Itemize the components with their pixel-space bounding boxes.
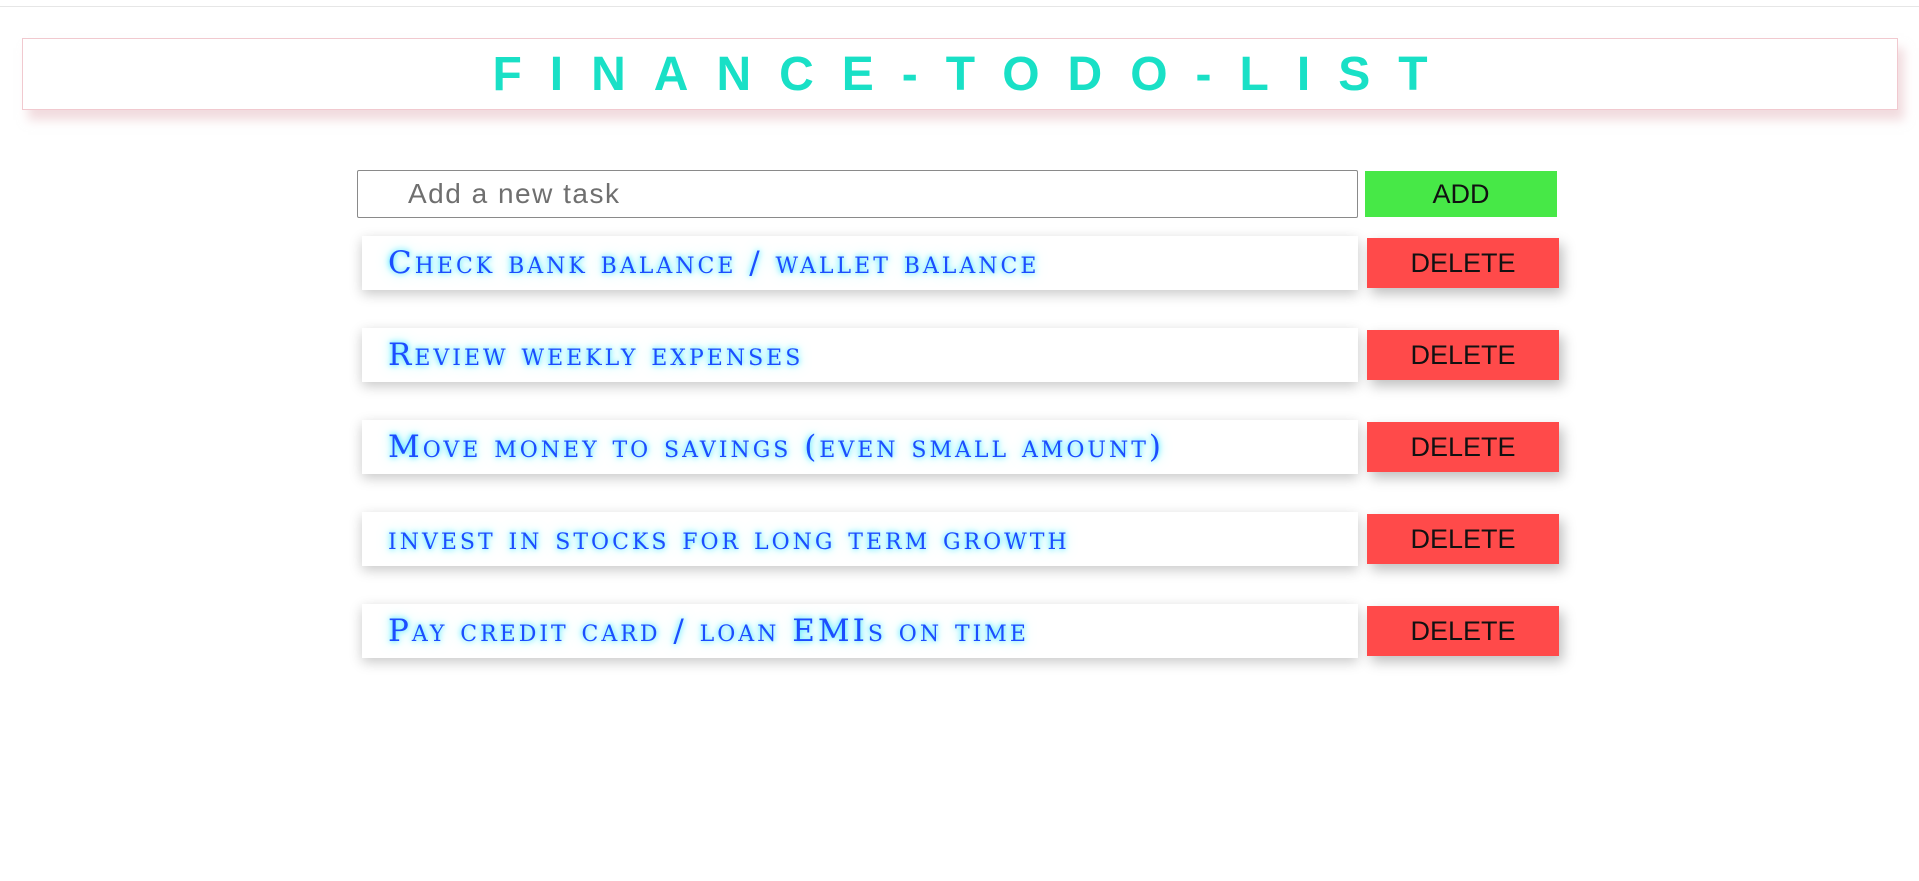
task-item: Review weekly expenses DELETE bbox=[362, 328, 1562, 382]
task-item: invest in stocks for long term growth DE… bbox=[362, 512, 1562, 566]
task-text: Review weekly expenses bbox=[388, 337, 804, 373]
task-text-box: invest in stocks for long term growth bbox=[362, 512, 1358, 566]
delete-task-button[interactable]: DELETE bbox=[1367, 330, 1559, 380]
app-header: FINANCE-TODO-LIST bbox=[22, 38, 1898, 110]
add-task-row: ADD bbox=[357, 170, 1557, 218]
delete-task-button[interactable]: DELETE bbox=[1367, 606, 1559, 656]
task-text: Move money to savings (even small amount… bbox=[388, 429, 1164, 465]
delete-task-button[interactable]: DELETE bbox=[1367, 514, 1559, 564]
page-title: FINANCE-TODO-LIST bbox=[492, 47, 1456, 101]
add-task-button[interactable]: ADD bbox=[1365, 171, 1557, 217]
task-text-box: Review weekly expenses bbox=[362, 328, 1358, 382]
task-item: Check bank balance / wallet balance DELE… bbox=[362, 236, 1562, 290]
task-text-box: Check bank balance / wallet balance bbox=[362, 236, 1358, 290]
delete-task-button[interactable]: DELETE bbox=[1367, 422, 1559, 472]
top-divider bbox=[0, 6, 1919, 7]
task-text-box: Pay credit card / loan EMIs on time bbox=[362, 604, 1358, 658]
task-text: Pay credit card / loan EMIs on time bbox=[388, 613, 1029, 649]
task-item: Pay credit card / loan EMIs on time DELE… bbox=[362, 604, 1562, 658]
new-task-input[interactable] bbox=[357, 170, 1358, 218]
task-text: Check bank balance / wallet balance bbox=[388, 245, 1040, 281]
task-item: Move money to savings (even small amount… bbox=[362, 420, 1562, 474]
task-list: Check bank balance / wallet balance DELE… bbox=[362, 236, 1562, 696]
task-text: invest in stocks for long term growth bbox=[388, 521, 1070, 557]
delete-task-button[interactable]: DELETE bbox=[1367, 238, 1559, 288]
task-text-box: Move money to savings (even small amount… bbox=[362, 420, 1358, 474]
